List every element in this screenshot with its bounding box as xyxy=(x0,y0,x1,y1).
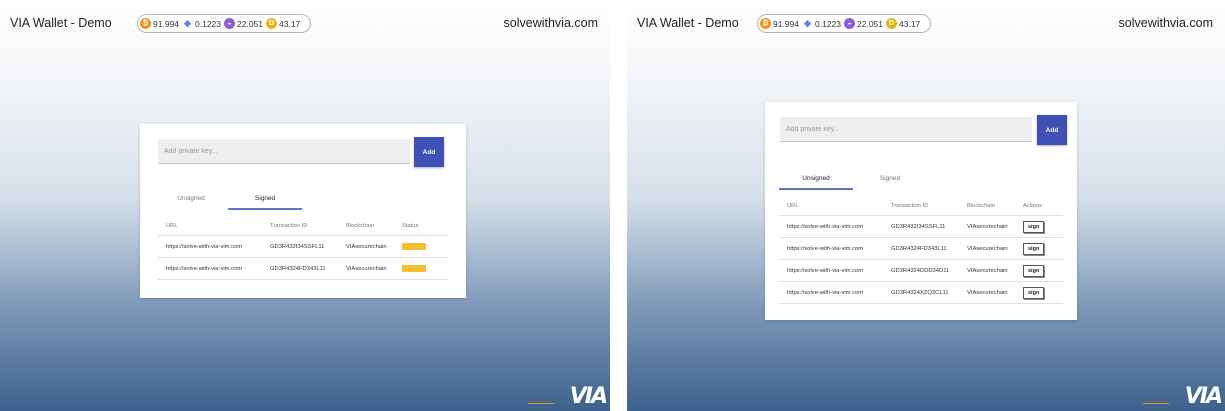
col-transaction-id: Transaction ID xyxy=(270,222,308,229)
tab-bar: Unsigned Signed xyxy=(154,190,302,210)
private-key-input[interactable] xyxy=(780,117,1032,142)
via-logo: VIA xyxy=(1184,384,1223,409)
coin4-icon: D xyxy=(886,18,897,29)
row-transaction-id: GD3R432I34SSFL11 xyxy=(891,223,946,230)
row-transaction-id: GD3R432I34SSFL11 xyxy=(270,243,325,250)
tab-bar: Unsigned Signed xyxy=(779,170,927,190)
row-transaction-id: GD3R4324DDD34D11 xyxy=(891,267,950,274)
price-ticker: ₿ 91.994 ◆ 0.1223 ◒ 22.051 D 43.17 xyxy=(137,14,312,33)
tab-unsigned[interactable]: Unsigned xyxy=(154,190,228,210)
row-transaction-id: GD3R4324FD343L11 xyxy=(891,245,947,252)
row-transaction-id: GD3R4324XZQ3CL11 xyxy=(891,289,949,296)
ethereum-icon: ◆ xyxy=(804,18,811,28)
row-url[interactable]: https://solve-with-via-vim.com xyxy=(158,266,270,272)
ethereum-price: ◆ 0.1223 xyxy=(802,18,841,29)
status-badge: pending xyxy=(402,264,427,272)
via-logo: VIA xyxy=(569,384,608,409)
row-url[interactable]: https://solve-with-via-vim.com xyxy=(158,244,270,250)
table-header: URL Transaction ID Blockchain Actions xyxy=(779,196,1063,216)
bitcoin-price: ₿ 91.994 xyxy=(140,18,179,29)
bitcoin-icon: ₿ xyxy=(760,18,771,29)
private-key-input[interactable] xyxy=(158,139,410,164)
sign-button[interactable]: sign xyxy=(1023,242,1045,255)
coin4-price: D 43.17 xyxy=(886,18,920,29)
col-url: URL xyxy=(166,222,178,229)
transactions-table: URL Transaction ID Blockchain Actions ht… xyxy=(779,196,1063,304)
row-blockchain: VIAsecurechain xyxy=(346,243,387,250)
wallet-screen-unsigned: VIA Wallet - Demo ₿ 91.994 ◆ 0.1223 ◒ 22.05… xyxy=(627,0,1225,411)
top-bar: VIA Wallet - Demo ₿ 91.994 ◆ 0.1223 ◒ 22.05… xyxy=(627,14,1225,34)
logo-accent-line xyxy=(1143,403,1169,404)
ethereum-price: ◆ 0.1223 xyxy=(182,18,221,29)
wallet-card: Add Unsigned Signed URL Transaction ID B… xyxy=(765,102,1077,320)
coin3-price: ◒ 22.051 xyxy=(224,18,263,29)
col-blockchain: Blockchain xyxy=(346,222,375,229)
app-title: VIA Wallet - Demo xyxy=(10,16,112,30)
bitcoin-icon: ₿ xyxy=(140,18,151,29)
tab-signed[interactable]: Signed xyxy=(228,190,302,210)
coin3-icon: ◒ xyxy=(224,18,235,29)
transactions-table: URL Transaction ID Blockchain Status htt… xyxy=(158,216,448,280)
row-url[interactable]: https://solve-with-via-vim.com xyxy=(779,290,891,296)
ethereum-icon: ◆ xyxy=(184,18,191,28)
tab-signed[interactable]: Signed xyxy=(853,170,927,190)
status-badge: pending xyxy=(402,242,427,250)
wallet-screen-signed: VIA Wallet - Demo ₿ 91.994 ◆ 0.1223 ◒ 22.05… xyxy=(0,0,610,411)
app-title: VIA Wallet - Demo xyxy=(637,16,739,30)
col-transaction-id: Transaction ID xyxy=(891,202,929,209)
col-status: Status xyxy=(402,222,419,229)
add-button[interactable]: Add xyxy=(1037,115,1067,145)
row-transaction-id: GD3R4324FD343L11 xyxy=(270,265,326,272)
coin3-icon: ◒ xyxy=(844,18,855,29)
table-row: https://solve-with-via-vim.com GD3R4324X… xyxy=(779,282,1063,304)
table-row: https://solve-with-via-vim.com GD3R4324D… xyxy=(779,260,1063,282)
add-button[interactable]: Add xyxy=(414,137,444,167)
col-blockchain: Blockchain xyxy=(967,202,996,209)
table-row: https://solve-with-via-vim.com GD3R432I3… xyxy=(779,216,1063,238)
coin4-icon: D xyxy=(266,18,277,29)
col-actions: Actions xyxy=(1023,202,1043,209)
sign-button[interactable]: sign xyxy=(1023,220,1045,233)
table-row: https://solve-with-via-vim.com GD3R4324F… xyxy=(158,258,448,280)
coin4-price: D 43.17 xyxy=(266,18,300,29)
top-bar: VIA Wallet - Demo ₿ 91.994 ◆ 0.1223 ◒ 22.05… xyxy=(0,14,610,34)
sign-button[interactable]: sign xyxy=(1023,286,1045,299)
tab-unsigned[interactable]: Unsigned xyxy=(779,170,853,190)
row-blockchain: VIAsecurechain xyxy=(967,245,1008,252)
coin3-price: ◒ 22.051 xyxy=(844,18,883,29)
table-row: https://solve-with-via-vim.com GD3R4324F… xyxy=(779,238,1063,260)
table-row: https://solve-with-via-vim.com GD3R432I3… xyxy=(158,236,448,258)
row-url[interactable]: https://solve-with-via-vim.com xyxy=(779,246,891,252)
table-header: URL Transaction ID Blockchain Status xyxy=(158,216,448,236)
row-blockchain: VIAsecurechain xyxy=(967,289,1008,296)
sign-button[interactable]: sign xyxy=(1023,264,1045,277)
row-blockchain: VIAsecurechain xyxy=(967,267,1008,274)
price-ticker: ₿ 91.994 ◆ 0.1223 ◒ 22.051 D 43.17 xyxy=(757,14,932,33)
site-link[interactable]: solvewithvia.com xyxy=(1119,16,1213,30)
row-url[interactable]: https://solve-with-via-vim.com xyxy=(779,268,891,274)
logo-accent-line xyxy=(528,403,554,404)
col-url: URL xyxy=(787,202,799,209)
row-blockchain: VIAsecurechain xyxy=(967,223,1008,230)
bitcoin-price: ₿ 91.994 xyxy=(760,18,799,29)
wallet-card: Add Unsigned Signed URL Transaction ID B… xyxy=(140,124,466,298)
row-blockchain: VIAsecurechain xyxy=(346,265,387,272)
site-link[interactable]: solvewithvia.com xyxy=(504,16,598,30)
row-url[interactable]: https://solve-with-via-vim.com xyxy=(779,224,891,230)
